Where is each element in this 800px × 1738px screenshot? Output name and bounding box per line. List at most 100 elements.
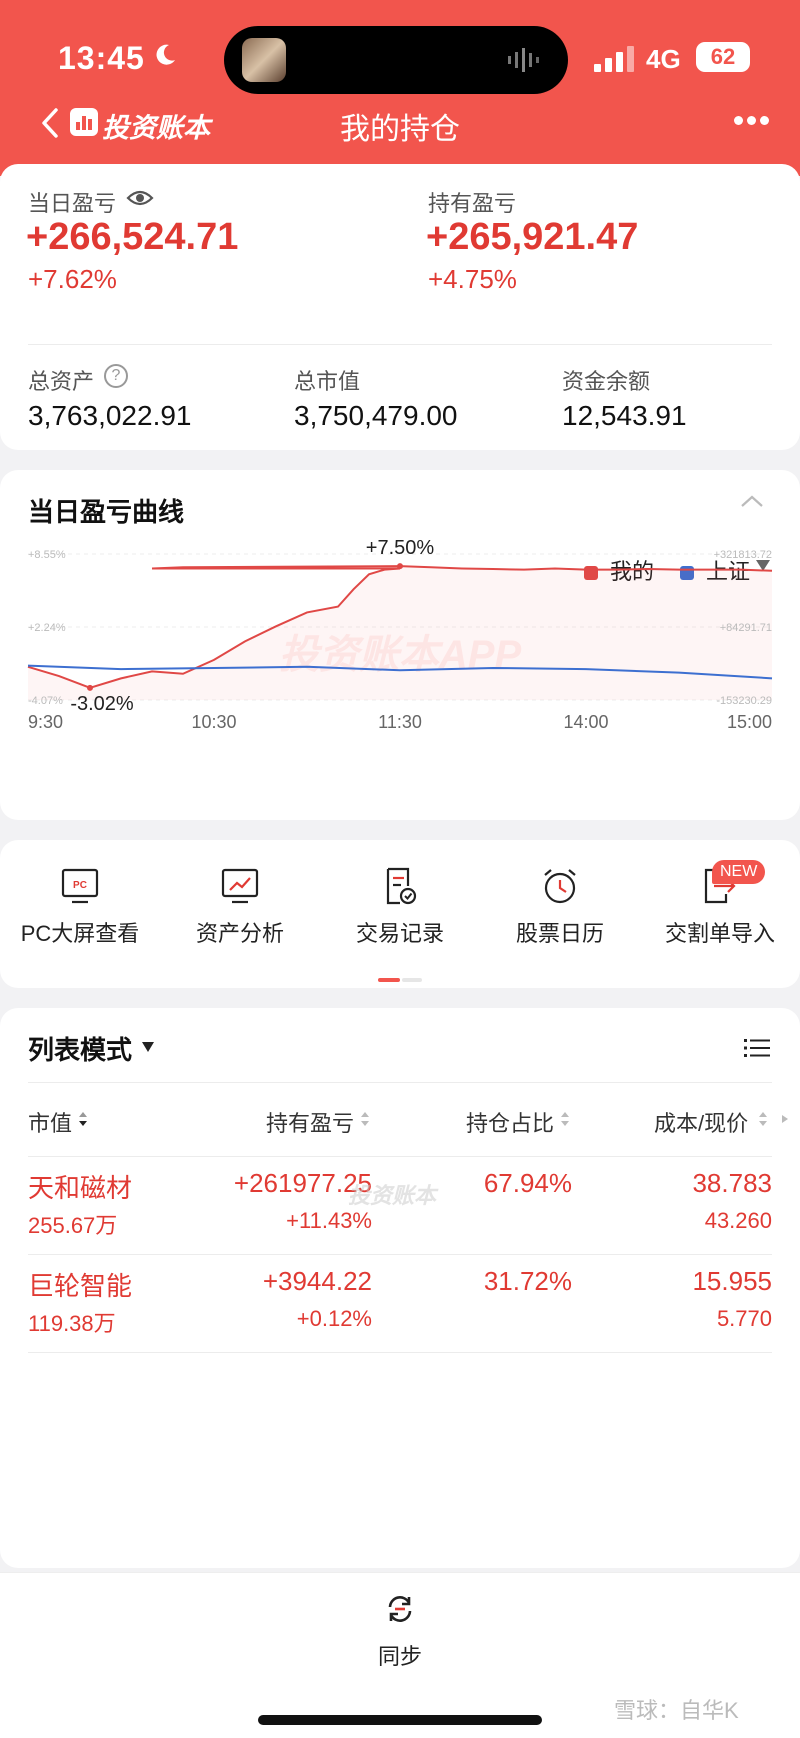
tool-label: PC大屏查看 (20, 921, 140, 946)
x-tick: 11:30 (378, 712, 422, 732)
header-position-ratio[interactable]: 持仓占比 (466, 1106, 554, 1138)
sort-icon[interactable] (360, 1110, 370, 1128)
stock-cost: 15.955 (692, 1266, 772, 1296)
watermark: 投资账本 (348, 1183, 437, 1208)
more-icon[interactable] (734, 116, 770, 126)
daily-pnl-value: +266,524.71 (26, 216, 239, 258)
divider (28, 344, 772, 345)
x-tick: 10:30 (191, 712, 236, 732)
home-indicator[interactable] (258, 1715, 542, 1725)
stock-pnl: +3944.22 (262, 1266, 372, 1296)
moon-icon (156, 44, 175, 65)
tool-asset-analysis[interactable]: 资产分析 (160, 866, 320, 966)
app-header: 13:45 4G 62 投资账本 我的持仓 (0, 0, 800, 176)
scroll-right-arrow-icon[interactable] (780, 1110, 790, 1128)
stock-price: 5.770 (716, 1306, 772, 1331)
x-tick: 9:30 (28, 712, 63, 732)
page-title: 我的持仓 (340, 113, 460, 146)
pnl-chart: 投资账本APP+8.55%+2.24%-4.07%+321813.72+8429… (27, 537, 773, 732)
x-tick: 14:00 (563, 712, 608, 732)
total-assets-label: 总资产 (28, 369, 95, 394)
nav-bar: 投资账本 我的持仓 (0, 96, 800, 152)
divider (28, 1352, 772, 1353)
cash-label: 资金余额 (562, 369, 651, 394)
stock-ratio: 31.72% (483, 1266, 572, 1296)
stock-market-value: 119.38万 (28, 1311, 116, 1336)
dynamic-island (224, 26, 568, 94)
divider (28, 1254, 772, 1255)
daily-pnl-label: 当日盈亏 (28, 191, 117, 216)
pc-screen-icon: PC (61, 868, 99, 904)
market-value-value: 3,750,479.00 (294, 400, 458, 431)
holding-pnl-value: +265,921.47 (426, 216, 639, 258)
stock-market-value: 255.67万 (28, 1213, 118, 1238)
list-view-icon[interactable] (744, 1038, 770, 1058)
tool-label: 股票日历 (515, 921, 604, 946)
cash-value: 12,543.91 (562, 400, 687, 431)
tool-trade-record[interactable]: 交易记录 (320, 866, 480, 966)
status-time: 13:45 (58, 40, 145, 76)
header-market-value[interactable]: 市值 (28, 1106, 72, 1138)
eye-icon[interactable] (126, 188, 154, 208)
peak-marker (397, 563, 403, 570)
y-left-tick: +2.24% (28, 622, 66, 634)
tool-label: 交易记录 (355, 921, 444, 946)
trough-marker (87, 684, 93, 691)
tool-label: 交割单导入 (664, 921, 775, 946)
analysis-chart-icon (221, 868, 259, 904)
network-type: 4G (646, 44, 681, 74)
audio-wave-icon (508, 48, 539, 72)
y-left-tick: +8.55% (28, 549, 66, 561)
summary-card: 当日盈亏 +266,524.71 +7.62% 持有盈亏 +265,921.47… (0, 164, 800, 450)
alarm-clock-icon (544, 869, 576, 904)
tool-label: 资产分析 (195, 921, 284, 946)
help-icon[interactable]: ? (104, 364, 128, 388)
tools-card: PC PC大屏查看 资产分析 交易记录 股票日历 交割单导入 NEW (0, 840, 800, 988)
y-right-tick: +84291.71 (720, 622, 772, 634)
x-tick: 15:00 (727, 712, 772, 732)
page-indicator (378, 978, 422, 982)
battery-level: 62 (696, 42, 750, 72)
sync-button[interactable]: 同步 (0, 1639, 800, 1671)
stock-ratio: 67.94% (483, 1168, 572, 1198)
stock-cost: 38.783 (692, 1168, 772, 1198)
stock-pnl-pct: +0.12% (296, 1306, 372, 1331)
stock-name: 天和磁材 (28, 1173, 133, 1203)
market-value-label: 总市值 (294, 369, 361, 394)
sort-icon[interactable] (560, 1110, 570, 1128)
series-area (28, 566, 772, 700)
dropdown-caret-icon[interactable] (142, 1042, 154, 1052)
divider (28, 1156, 772, 1157)
avatar (242, 38, 286, 82)
stock-price: 43.260 (704, 1208, 772, 1233)
holding-pnl-pct: +4.75% (428, 264, 517, 294)
y-right-tick: +321813.72 (714, 549, 772, 561)
total-assets-value: 3,763,022.91 (28, 400, 192, 431)
peak-label: +7.50% (366, 537, 435, 559)
y-right-tick: -153230.29 (716, 695, 772, 707)
signal-icon (594, 46, 634, 72)
header-cost-price[interactable]: 成本/现价 (654, 1106, 748, 1138)
holding-pnl-label: 持有盈亏 (428, 191, 517, 216)
new-badge: NEW (712, 860, 766, 884)
svg-text:PC: PC (73, 880, 87, 891)
daily-pnl-pct: +7.62% (28, 264, 117, 294)
stock-name: 巨轮智能 (28, 1271, 133, 1301)
source-watermark: 雪球：自华K (614, 1698, 739, 1723)
list-mode-selector[interactable]: 列表模式 (28, 1030, 132, 1067)
trade-record-icon (386, 867, 417, 905)
pnl-chart-card: 当日盈亏曲线 我的 上证 投资账本APP+8.55%+2.24%-4.07%+3… (0, 470, 800, 820)
header-holding-pnl[interactable]: 持有盈亏 (266, 1106, 354, 1138)
sort-icon[interactable] (78, 1110, 88, 1128)
sync-icon[interactable] (384, 1593, 416, 1625)
bottom-bar: 同步 雪球：自华K (0, 1572, 800, 1738)
stock-pnl-pct: +11.43% (286, 1208, 372, 1233)
tool-stock-calendar[interactable]: 股票日历 (480, 866, 640, 966)
status-bar: 13:45 4G 62 (0, 26, 800, 94)
y-left-tick: -4.07% (28, 695, 63, 707)
divider (28, 1082, 772, 1083)
trough-label: -3.02% (70, 693, 134, 715)
holdings-card: 列表模式 市值 持有盈亏 持仓占比 成本/现价 天和磁材 255.67万 +26… (0, 1008, 800, 1568)
tool-pc-screen[interactable]: PC PC大屏查看 (0, 866, 160, 966)
sort-icon[interactable] (758, 1110, 768, 1128)
